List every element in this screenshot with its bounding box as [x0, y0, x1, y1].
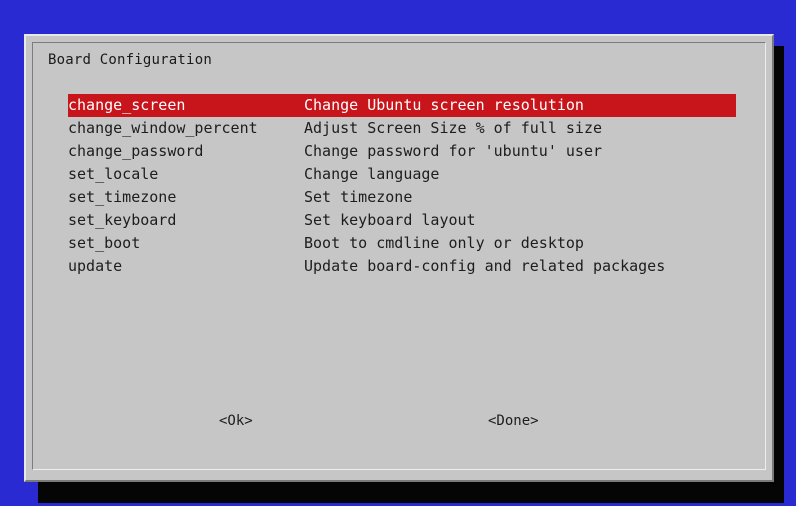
menu-item-set-keyboard[interactable]: set_keyboard Set keyboard layout — [68, 209, 736, 232]
menu-item-desc: Change Ubuntu screen resolution — [304, 96, 584, 114]
menu-item-desc: Set timezone — [304, 188, 413, 206]
menu-item-desc: Update board-config and related packages — [304, 257, 666, 275]
menu-item-tag: set_timezone — [68, 188, 177, 206]
menu-item-set-locale[interactable]: set_locale Change language — [68, 163, 736, 186]
menu-item-tag: set_keyboard — [68, 211, 177, 229]
menu-item-desc: Change password for 'ubuntu' user — [304, 142, 603, 160]
menu-item-set-timezone[interactable]: set_timezone Set timezone — [68, 186, 736, 209]
menu-item-tag: set_locale — [68, 165, 159, 183]
menu-item-tag: update — [68, 257, 123, 275]
menu-item-tag: change_screen — [68, 96, 186, 114]
menu-item-change-screen[interactable]: change_screen Change Ubuntu screen resol… — [68, 94, 736, 117]
menu-item-desc: Set keyboard layout — [304, 211, 476, 229]
menu-item-desc: Adjust Screen Size % of full size — [304, 119, 603, 137]
dialog-title: Board Configuration — [48, 52, 212, 68]
menu-item-tag: change_password — [68, 142, 204, 160]
dialog-buttons: <Ok> <Done> — [26, 413, 772, 433]
menu-item-change-password[interactable]: change_password Change password for 'ubu… — [68, 140, 736, 163]
menu-list: change_screen Change Ubuntu screen resol… — [68, 94, 736, 278]
board-config-dialog: Board Configuration change_screen Change… — [24, 34, 774, 482]
menu-item-tag: change_window_percent — [68, 119, 258, 137]
done-button[interactable]: <Done> — [488, 413, 539, 429]
ok-button[interactable]: <Ok> — [219, 413, 253, 429]
menu-item-tag: set_boot — [68, 234, 141, 252]
menu-item-update[interactable]: update Update board-config and related p… — [68, 255, 736, 278]
menu-item-desc: Change language — [304, 165, 440, 183]
menu-item-set-boot[interactable]: set_boot Boot to cmdline only or desktop — [68, 232, 736, 255]
terminal-screen: Board Configuration change_screen Change… — [0, 0, 796, 506]
menu-item-change-window-percent[interactable]: change_window_percent Adjust Screen Size… — [68, 117, 736, 140]
menu-item-desc: Boot to cmdline only or desktop — [304, 234, 584, 252]
